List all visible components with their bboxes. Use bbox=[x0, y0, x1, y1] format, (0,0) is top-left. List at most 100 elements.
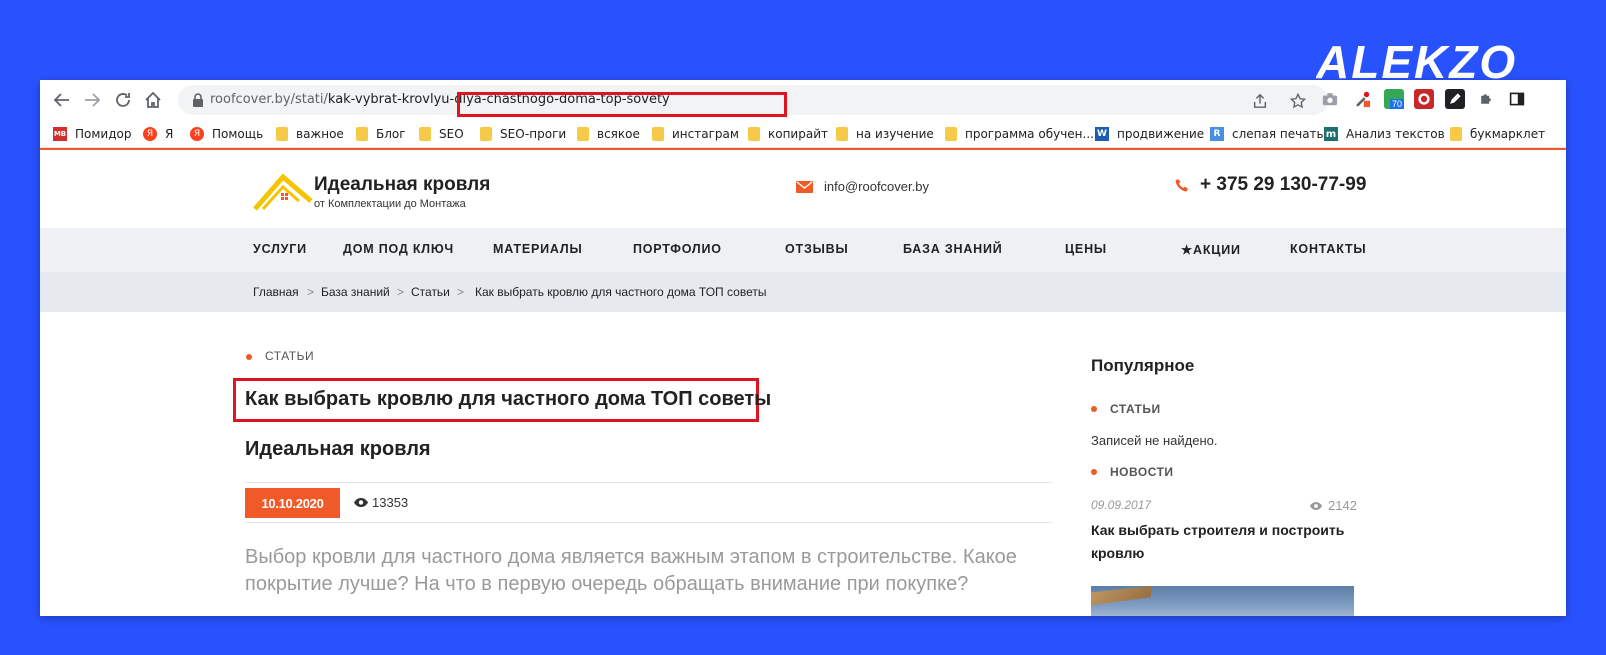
bookmark-label: всякое bbox=[597, 127, 640, 141]
breadcrumb-separator: > bbox=[307, 285, 315, 299]
bookmark-folder[interactable]: Блог bbox=[356, 125, 406, 143]
bookmark-folder[interactable]: на изучение bbox=[836, 125, 934, 143]
folder-icon bbox=[577, 127, 589, 141]
breadcrumb-knowledge[interactable]: База знаний bbox=[321, 285, 390, 299]
phone-link[interactable]: + 375 29 130-77-99 bbox=[1200, 174, 1366, 196]
roof-logo-icon[interactable] bbox=[253, 171, 315, 211]
folder-icon bbox=[748, 127, 760, 141]
bookmark-folder[interactable]: программа обучен... bbox=[945, 125, 1094, 143]
bookmark-item[interactable]: Wпродвижение bbox=[1095, 125, 1204, 143]
menu-item-turnkey[interactable]: ДОМ ПОД КЛЮЧ bbox=[343, 242, 454, 256]
sidebar-post-views: 2142 bbox=[1328, 498, 1357, 513]
site-logo-subtitle: от Комплектации до Монтажа bbox=[314, 198, 466, 210]
alekzo-logo-text: ALEKZO bbox=[1316, 38, 1517, 82]
lock-icon bbox=[193, 93, 203, 107]
bookmark-label: Я bbox=[165, 127, 174, 141]
star-icon bbox=[1290, 93, 1306, 109]
alekzo-logo: ALEKZO bbox=[1316, 38, 1517, 82]
sidebar-post-thumbnail[interactable] bbox=[1091, 586, 1354, 616]
reload-button[interactable] bbox=[111, 88, 135, 112]
menu-item-services[interactable]: УСЛУГИ bbox=[253, 242, 307, 256]
seo-icon bbox=[1418, 93, 1430, 105]
folder-icon bbox=[356, 127, 368, 141]
article-author: Идеальная кровля bbox=[245, 438, 431, 460]
bookmark-folder[interactable]: букмарклет bbox=[1450, 125, 1545, 143]
menu-item-prices[interactable]: ЦЕНЫ bbox=[1065, 242, 1107, 256]
phone-icon bbox=[1175, 179, 1188, 192]
folder-icon bbox=[480, 127, 492, 141]
menu-item-portfolio[interactable]: ПОРТФОЛИО bbox=[633, 242, 722, 256]
sidebar-empty-text: Записей не найдено. bbox=[1091, 433, 1218, 448]
side-panel-button[interactable] bbox=[1507, 89, 1527, 109]
bookmark-item[interactable]: ЯЯ bbox=[143, 125, 173, 143]
bookmark-label: Блог bbox=[376, 127, 406, 141]
url-path: /stati/ bbox=[290, 92, 328, 107]
url-host: roofcover.by bbox=[210, 92, 291, 107]
camera-extension[interactable] bbox=[1320, 89, 1340, 109]
bookmark-item[interactable]: Я Помощь bbox=[190, 125, 263, 143]
breadcrumb-articles[interactable]: Статьи bbox=[411, 285, 450, 299]
home-button[interactable] bbox=[141, 88, 165, 112]
breadcrumb-home[interactable]: Главная bbox=[253, 285, 299, 299]
sidebar-post-date: 09.09.2017 bbox=[1091, 498, 1152, 512]
bookmark-folder[interactable]: SEO bbox=[419, 125, 464, 143]
divider bbox=[245, 482, 1052, 483]
bookmark-folder[interactable]: инстаграм bbox=[652, 125, 739, 143]
folder-icon bbox=[1450, 127, 1462, 141]
share-icon bbox=[1253, 93, 1267, 108]
bookmark-label: копирайт bbox=[768, 127, 828, 141]
category-dot bbox=[1091, 406, 1097, 412]
menu-item-knowledge[interactable]: БАЗА ЗНАНИЙ bbox=[903, 242, 1003, 256]
folder-icon bbox=[276, 127, 288, 141]
stats-extension[interactable]: 70 bbox=[1384, 89, 1405, 109]
extension-badge: 70 bbox=[1390, 99, 1405, 109]
sidebar-category-articles[interactable]: СТАТЬИ bbox=[1110, 402, 1161, 416]
view-count: 13353 bbox=[372, 495, 409, 510]
mail-icon bbox=[796, 181, 813, 193]
bookmarks-bar: MB Помидор ЯЯ Я Помощь важное Блог SEO SEO… bbox=[40, 120, 1566, 148]
arrow-left-icon bbox=[53, 93, 69, 107]
extensions-button[interactable] bbox=[1476, 89, 1496, 109]
bookmark-folder[interactable]: всякое bbox=[577, 125, 640, 143]
menu-item-materials[interactable]: МАТЕРИАЛЫ bbox=[493, 242, 583, 256]
article-intro: Выбор кровли для частного дома является … bbox=[245, 546, 1017, 595]
address-bar[interactable]: roofcover.by/stati/kak-vybrat-krovlyu-dl… bbox=[178, 85, 1328, 117]
menu-item-contacts[interactable]: КОНТАКТЫ bbox=[1290, 242, 1366, 256]
eye-icon bbox=[1309, 502, 1323, 510]
folder-icon bbox=[419, 127, 431, 141]
bookmark-folder[interactable]: важное bbox=[276, 125, 344, 143]
article-category[interactable]: СТАТЬИ bbox=[265, 349, 314, 363]
menu-item-promotions[interactable]: ★АКЦИИ bbox=[1181, 242, 1241, 257]
bookmark-label: программа обучен... bbox=[965, 127, 1094, 141]
site-logo-title[interactable]: Идеальная кровля bbox=[314, 174, 490, 196]
share-button[interactable] bbox=[1250, 91, 1270, 111]
sidebar-category-news[interactable]: НОВОСТИ bbox=[1110, 465, 1174, 479]
bookmark-folder[interactable]: SEO-проги bbox=[480, 125, 566, 143]
bookmark-label: продвижение bbox=[1117, 127, 1205, 141]
eyedropper-icon bbox=[1356, 91, 1371, 108]
sidebar-post-link[interactable]: Как выбрать строителя и построить кровлю bbox=[1091, 519, 1361, 565]
seo-extension[interactable] bbox=[1414, 89, 1434, 109]
date-badge: 10.10.2020 bbox=[245, 488, 340, 518]
menu-item-reviews[interactable]: ОТЗЫВЫ bbox=[785, 242, 849, 256]
main-menu: УСЛУГИ ДОМ ПОД КЛЮЧ МАТЕРИАЛЫ ПОРТФОЛИО … bbox=[40, 228, 1566, 272]
arrow-right-icon bbox=[85, 93, 101, 107]
bookmark-label: Помидор bbox=[75, 127, 132, 141]
bookmark-label: важное bbox=[296, 127, 344, 141]
camera-icon bbox=[1322, 93, 1338, 106]
back-button[interactable] bbox=[50, 88, 74, 112]
eyedropper-extension[interactable] bbox=[1352, 89, 1372, 109]
url-slug-highlight bbox=[457, 92, 787, 117]
thumbnail-beam bbox=[1091, 586, 1151, 606]
bookmark-item[interactable]: MB Помидор bbox=[53, 125, 131, 143]
bookmark-item[interactable]: Rслепая печать bbox=[1210, 125, 1324, 143]
bookmark-item[interactable]: m Анализ текстов bbox=[1324, 125, 1445, 143]
bookmark-folder[interactable]: копирайт bbox=[748, 125, 828, 143]
article-title: Как выбрать кровлю для частного дома ТОП… bbox=[245, 388, 772, 410]
bookmark-star-button[interactable] bbox=[1288, 91, 1308, 111]
forward-button[interactable] bbox=[80, 88, 104, 112]
pen-extension[interactable] bbox=[1445, 89, 1465, 109]
email-link[interactable]: info@roofcover.by bbox=[824, 179, 929, 194]
r-icon: R bbox=[1210, 127, 1224, 141]
yandex-icon: Я bbox=[143, 127, 157, 141]
